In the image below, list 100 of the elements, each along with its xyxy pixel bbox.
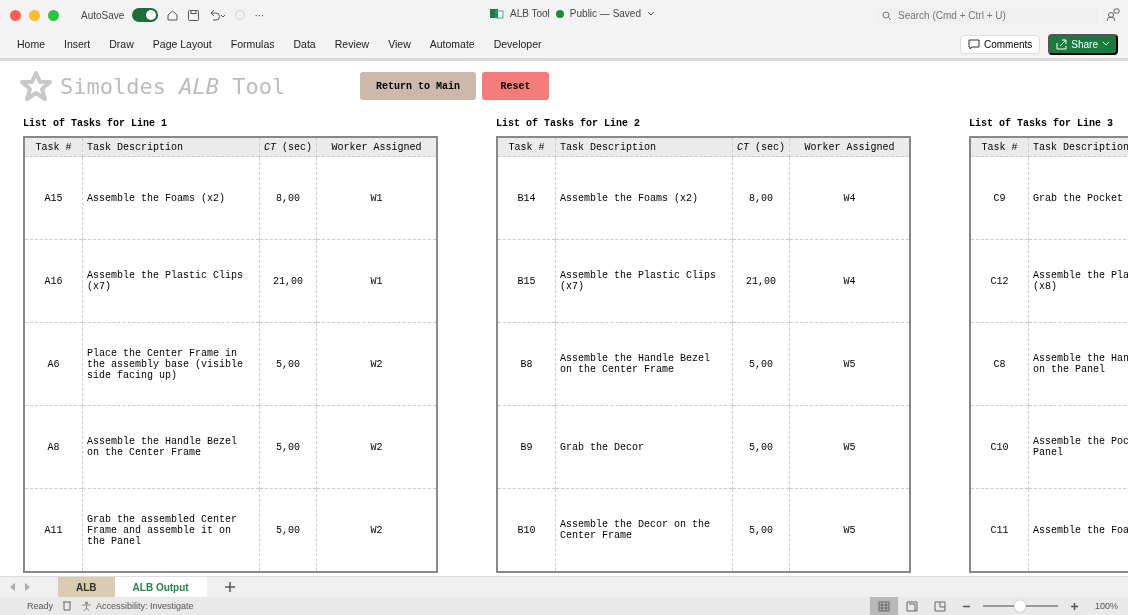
comment-icon (967, 38, 980, 50)
share-button[interactable]: Share (1048, 33, 1118, 55)
task-description-header: Task Description (555, 137, 733, 157)
task-description-cell: Assemble the Plastic Clips (x7) (82, 239, 260, 323)
ribbon-tab[interactable]: Page Layout (152, 38, 212, 50)
task-number-cell: A6 (24, 322, 83, 406)
ribbon-tab[interactable]: Data (293, 38, 316, 50)
cycle-time-header: CT (sec) (259, 137, 317, 157)
app-title: Simoldes ALB Tool (60, 73, 286, 99)
search-icon (882, 10, 892, 21)
normal-view-icon[interactable] (869, 597, 898, 615)
task-description-cell: Assemble the Foams (x2) (82, 156, 260, 240)
task-description-header: Task Description (82, 137, 260, 157)
sheet-tab[interactable]: ALB Output (114, 577, 207, 597)
star-logo-icon (20, 71, 52, 101)
cycle-time-cell: 21,00 (732, 239, 790, 323)
cycle-time-cell: 5,00 (732, 322, 790, 406)
worker-cell: W2 (316, 488, 438, 572)
task-number-cell: B10 (497, 488, 556, 572)
task-number-cell: B14 (497, 156, 556, 240)
worker-cell: W5 (789, 488, 911, 572)
task-number-cell: C8 (970, 322, 1029, 406)
task-number-cell: A16 (24, 239, 83, 323)
worker-cell: W4 (789, 239, 911, 323)
chevron-down-icon (1102, 41, 1110, 47)
reset-button[interactable]: Reset (482, 72, 549, 100)
excel-icon (490, 8, 504, 19)
task-description-cell: Assemble the Pla (x8) (1028, 239, 1128, 323)
task-number-cell: C10 (970, 405, 1029, 489)
zoom-slider[interactable] (982, 600, 1058, 612)
task-description-cell: Assemble the Foams (x2) (555, 156, 733, 240)
task-description-cell: Grab the assembled Center Frame and assemble it on the Panel (82, 488, 260, 572)
ribbon-tab[interactable]: View (388, 38, 411, 50)
task-number-cell: B8 (497, 322, 556, 406)
task-description-cell: Assemble the Handle Bezel on the Center Frame (82, 405, 260, 489)
task-number-header: Task # (497, 137, 556, 157)
cycle-time-cell: 21,00 (259, 239, 317, 323)
task-number-cell: A15 (24, 156, 83, 240)
task-number-cell: C11 (970, 488, 1029, 572)
ribbon-tab[interactable]: Review (334, 38, 370, 50)
worker-cell: W1 (316, 239, 438, 323)
document-title: ALB Tool (510, 8, 550, 19)
task-number-cell: A8 (24, 405, 83, 489)
autosave-toggle[interactable] (132, 8, 159, 22)
table-title: List of Tasks for Line 3 (969, 118, 1115, 129)
worker-header: Worker Assigned (789, 137, 911, 157)
chevron-down-icon[interactable] (647, 10, 655, 17)
ribbon-tab[interactable]: Draw (109, 38, 134, 50)
task-number-header: Task # (24, 137, 83, 157)
task-description-header: Task Description (1028, 137, 1128, 157)
task-description-cell: Assemble the Poc Panel (1028, 405, 1128, 489)
task-number-cell: C9 (970, 156, 1029, 240)
cycle-time-cell: 8,00 (259, 156, 317, 240)
task-number-header: Task # (970, 137, 1029, 157)
autosave-label: AutoSave (81, 9, 125, 21)
people-icon[interactable] (1106, 8, 1120, 22)
save-icon[interactable] (187, 8, 201, 22)
document-status[interactable]: Public — Saved (569, 8, 641, 19)
return-button[interactable]: Return to Main (360, 72, 476, 100)
home-icon[interactable] (166, 8, 180, 22)
ribbon-tab[interactable]: Formulas (230, 38, 275, 50)
close-icon[interactable] (10, 9, 21, 21)
status-text: Ready (27, 601, 53, 611)
ribbon-tab[interactable]: Insert (64, 38, 91, 50)
zoom-in-icon[interactable] (1069, 601, 1079, 611)
worker-cell: W5 (789, 405, 911, 489)
cycle-time-cell: 5,00 (732, 405, 790, 489)
worker-cell: W1 (316, 156, 438, 240)
cycle-time-cell: 5,00 (732, 488, 790, 572)
task-description-cell: Place the Center Frame in the assembly base (visible side facing up) (82, 322, 260, 406)
undo-icon[interactable] (208, 8, 227, 22)
ribbon-tab[interactable]: Developer (493, 38, 542, 50)
maximize-icon[interactable] (48, 9, 59, 21)
cycle-time-cell: 5,00 (259, 488, 317, 572)
worker-header: Worker Assigned (316, 137, 438, 157)
task-number-cell: C12 (970, 239, 1029, 323)
previous-sheet-icon[interactable] (10, 583, 16, 591)
task-number-cell: B15 (497, 239, 556, 323)
task-description-cell: Assemble the Foa (1028, 488, 1128, 572)
worker-cell: W2 (316, 405, 438, 489)
sheet-tab[interactable]: ALB (58, 577, 115, 597)
ribbon-tab[interactable]: Automate (429, 38, 475, 50)
accessibility-status[interactable]: Accessibility: Investigate (81, 600, 194, 612)
table-title: List of Tasks for Line 1 (23, 118, 169, 129)
task-description-cell: Assemble the Plastic Clips (x7) (555, 239, 733, 323)
task-description-cell: Assemble the Handle Bezel on the Center Frame (555, 322, 733, 406)
task-description-cell: Grab the Pocket (1028, 156, 1128, 240)
more-button[interactable]: ··· (254, 9, 265, 21)
cycle-time-cell: 5,00 (259, 322, 317, 406)
task-description-cell: Assemble the Decor on the Center Frame (555, 488, 733, 572)
worker-cell: W4 (789, 156, 911, 240)
next-sheet-icon[interactable] (24, 583, 30, 591)
cycle-time-header: CT (sec) (732, 137, 790, 157)
zoom-percent: 100% (1094, 601, 1118, 611)
accessibility-icon (81, 600, 92, 612)
comments-button[interactable]: Comments (959, 34, 1041, 54)
ribbon-tab[interactable]: Home (17, 38, 45, 50)
macro-icon[interactable] (61, 600, 73, 612)
cycle-time-cell: 5,00 (259, 405, 317, 489)
task-number-cell: A11 (24, 488, 83, 572)
